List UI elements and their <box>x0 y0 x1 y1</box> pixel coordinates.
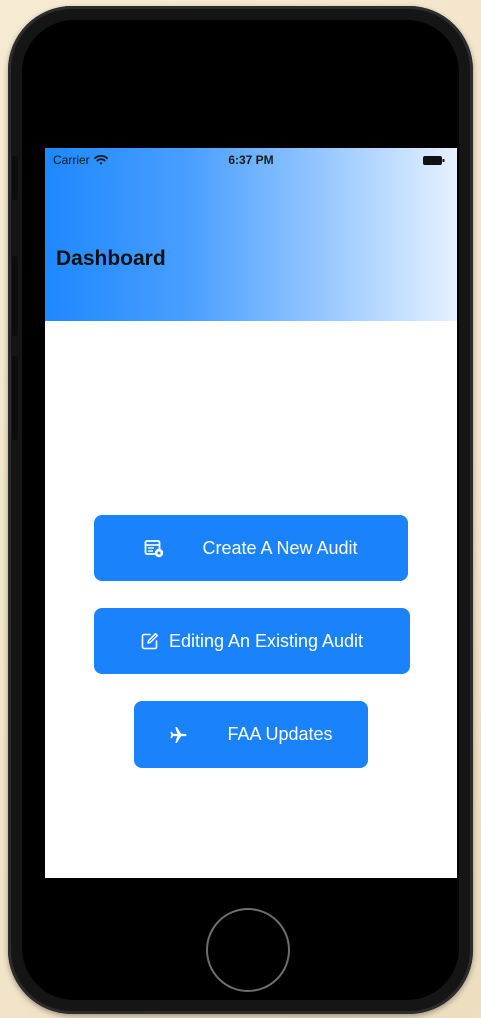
calendar-gear-icon <box>144 538 164 558</box>
volume-down-button <box>12 356 18 440</box>
status-time: 6:37 PM <box>228 153 274 167</box>
edit-audit-label: Editing An Existing Audit <box>168 630 364 651</box>
airplane-icon <box>169 725 189 745</box>
create-audit-button[interactable]: Create A New Audit <box>94 515 408 581</box>
battery-icon <box>423 156 445 165</box>
page-title: Dashboard <box>56 247 166 270</box>
status-bar: Carrier 6:37 PM <box>45 148 457 174</box>
volume-up-button <box>12 256 18 336</box>
mute-switch <box>12 156 18 200</box>
home-button[interactable] <box>206 908 290 992</box>
app-screen: Carrier 6:37 PM Dashboard Create A New A… <box>45 148 457 878</box>
faa-updates-button[interactable]: FAA Updates <box>134 701 368 768</box>
edit-audit-button[interactable]: Editing An Existing Audit <box>94 608 410 674</box>
create-audit-label: Create A New Audit <box>202 537 358 558</box>
edit-icon <box>141 632 159 650</box>
faa-updates-label: FAA Updates <box>227 724 333 744</box>
navigation-bar: Carrier 6:37 PM Dashboard <box>45 148 457 321</box>
